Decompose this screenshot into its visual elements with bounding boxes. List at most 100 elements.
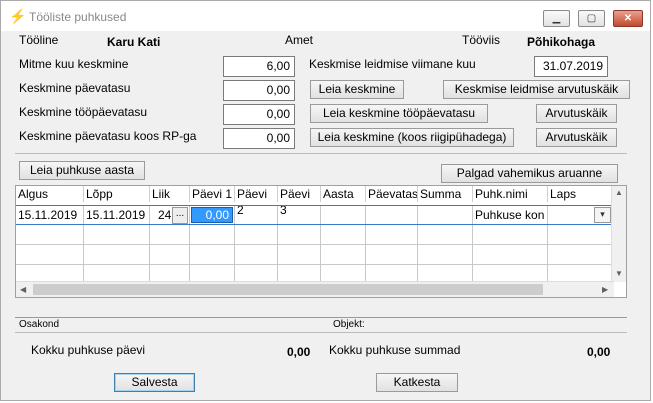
chevron-down-icon[interactable]: ▾ xyxy=(594,207,611,223)
daily-rate-label: Keskmine päevatasu xyxy=(19,81,131,95)
scroll-thumb[interactable] xyxy=(33,284,543,295)
col-line xyxy=(417,225,418,283)
scroll-up-icon[interactable]: ▲ xyxy=(615,188,623,197)
horizontal-scrollbar[interactable]: ◀ ▶ xyxy=(16,281,614,297)
save-label: Salvesta xyxy=(131,375,178,389)
cell-paevi1[interactable]: 0,00 xyxy=(190,206,235,224)
find-workday-rate-label: Leia keskmine tööpäevatasu xyxy=(322,106,476,120)
window-title: Tööliste puhkused xyxy=(29,10,127,24)
maximize-icon: ▢ xyxy=(586,13,597,24)
empty-rows xyxy=(16,225,614,283)
employee-name: Karu Kati xyxy=(107,35,161,49)
calculation-label-1: Arvutuskäik xyxy=(545,106,608,120)
col-line xyxy=(234,225,235,283)
total-sums-label: Kokku puhkuse summad xyxy=(329,343,461,357)
total-sums-value: 0,00 xyxy=(587,345,611,359)
col-line xyxy=(320,225,321,283)
find-vacation-year-button[interactable]: Leia puhkuse aasta xyxy=(19,161,145,180)
months-average-label: Mitme kuu keskmine xyxy=(19,57,129,71)
cell-laps[interactable]: ▾ xyxy=(548,206,614,224)
col-header-summa[interactable]: Summa xyxy=(418,186,473,202)
close-icon: ✕ xyxy=(623,13,633,24)
col-line xyxy=(547,225,548,283)
cancel-label: Katkesta xyxy=(393,375,441,389)
last-month-label: Keskmise leidmise viimane kuu xyxy=(309,57,476,71)
vacation-grid[interactable]: Algus Lõpp Liik Päevi 1 Päevi 2 Päevi 3 … xyxy=(15,185,627,298)
cancel-button[interactable]: Katkesta xyxy=(376,373,458,392)
col-header-aasta[interactable]: Aasta xyxy=(321,186,366,202)
cell-summa[interactable] xyxy=(418,206,473,224)
cell-puhk-nimi[interactable]: Puhkuse kon xyxy=(473,206,548,224)
cell-paevi2[interactable] xyxy=(235,206,278,224)
divider xyxy=(15,153,627,154)
maximize-button[interactable]: ▢ xyxy=(578,10,605,27)
col-line xyxy=(365,225,366,283)
months-average-field[interactable]: 6,00 xyxy=(223,56,295,77)
liik-lookup-button[interactable]: ... xyxy=(172,207,188,224)
col-header-laps[interactable]: Laps xyxy=(548,186,614,202)
save-button[interactable]: Salvesta xyxy=(114,373,195,392)
average-calculation-button[interactable]: Keskmise leidmise arvutuskäik xyxy=(443,80,630,99)
minimize-button[interactable]: ▁ xyxy=(543,10,570,27)
col-header-liik[interactable]: Liik xyxy=(150,186,190,202)
find-holiday-average-button[interactable]: Leia keskmine (koos riigipühadega) xyxy=(310,128,514,147)
last-month-field[interactable]: 31.07.2019 xyxy=(534,56,608,77)
scroll-right-icon[interactable]: ▶ xyxy=(602,285,608,294)
cell-liik[interactable]: 24 ... xyxy=(150,206,190,224)
department-label: Osakond xyxy=(19,319,60,330)
col-line xyxy=(149,225,150,283)
calculation-label-2: Arvutuskäik xyxy=(545,130,608,144)
minimize-icon: ▁ xyxy=(552,13,561,24)
cell-paevi3[interactable] xyxy=(278,206,321,224)
col-line xyxy=(277,225,278,283)
find-holiday-average-label: Leia keskmine (koos riigipühadega) xyxy=(317,130,507,144)
cell-paevi1-value[interactable]: 0,00 xyxy=(191,207,233,223)
workday-rate-label: Keskmine tööpäevatasu xyxy=(19,105,148,119)
salary-report-button[interactable]: Palgad vahemikus aruanne xyxy=(441,164,618,183)
object-label: Objekt: xyxy=(333,319,365,330)
daily-rate-field[interactable]: 0,00 xyxy=(223,80,295,101)
cell-liik-value: 24 xyxy=(158,208,172,222)
col-header-paevatasu[interactable]: Päevatasu xyxy=(366,186,418,202)
col-header-algus[interactable]: Algus xyxy=(16,186,84,202)
col-header-paevi3[interactable]: Päevi 3 xyxy=(278,186,321,217)
salary-report-label: Palgad vahemikus aruanne xyxy=(456,166,603,180)
find-workday-rate-button[interactable]: Leia keskmine tööpäevatasu xyxy=(310,104,488,123)
cell-algus[interactable]: 15.11.2019 xyxy=(16,206,84,224)
scroll-down-icon[interactable]: ▼ xyxy=(615,269,623,278)
table-row[interactable]: 15.11.2019 15.11.2019 24 ... 0,00 Puhkus… xyxy=(16,205,614,225)
average-calculation-label: Keskmise leidmise arvutuskäik xyxy=(454,82,619,96)
find-vacation-year-label: Leia puhkuse aasta xyxy=(29,163,135,177)
holiday-rate-field[interactable]: 0,00 xyxy=(223,128,295,149)
col-line xyxy=(472,225,473,283)
work-mode-value: Põhikohaga xyxy=(527,35,596,49)
vacation-window: ⚡ Tööliste puhkused ▁ ▢ ✕ Tööline Karu K… xyxy=(0,0,651,401)
cell-aasta[interactable] xyxy=(321,206,366,224)
work-mode-label: Tööviis xyxy=(462,33,501,47)
position-label: Amet xyxy=(285,33,314,47)
col-header-puhk-nimi[interactable]: Puhk.nimi xyxy=(473,186,548,202)
col-line xyxy=(189,225,190,283)
divider xyxy=(15,332,627,333)
find-average-button[interactable]: Leia keskmine xyxy=(310,80,404,99)
col-header-paevi2[interactable]: Päevi 2 xyxy=(235,186,278,217)
cell-lopp[interactable]: 15.11.2019 xyxy=(84,206,150,224)
title-bar[interactable]: ⚡ Tööliste puhkused ▁ ▢ ✕ xyxy=(1,1,650,31)
cell-paevatasu[interactable] xyxy=(366,206,418,224)
workday-rate-field[interactable]: 0,00 xyxy=(223,104,295,125)
holiday-rate-label: Keskmine päevatasu koos RP-ga xyxy=(19,129,197,143)
calculation-button-1[interactable]: Arvutuskäik xyxy=(536,104,617,123)
scroll-left-icon[interactable]: ◀ xyxy=(20,285,26,294)
lightning-app-icon: ⚡ xyxy=(9,8,27,24)
close-button[interactable]: ✕ xyxy=(613,10,643,27)
employee-label: Tööline xyxy=(19,33,59,47)
total-days-label: Kokku puhkuse päevi xyxy=(31,343,146,357)
calculation-button-2[interactable]: Arvutuskäik xyxy=(536,128,617,147)
vertical-scrollbar[interactable]: ▲ ▼ xyxy=(611,186,626,282)
col-line xyxy=(83,225,84,283)
find-average-label: Leia keskmine xyxy=(318,82,396,96)
total-days-value: 0,00 xyxy=(287,345,311,359)
col-header-lopp[interactable]: Lõpp xyxy=(84,186,150,202)
col-header-paevi1[interactable]: Päevi 1 xyxy=(190,186,235,202)
divider xyxy=(15,317,627,318)
